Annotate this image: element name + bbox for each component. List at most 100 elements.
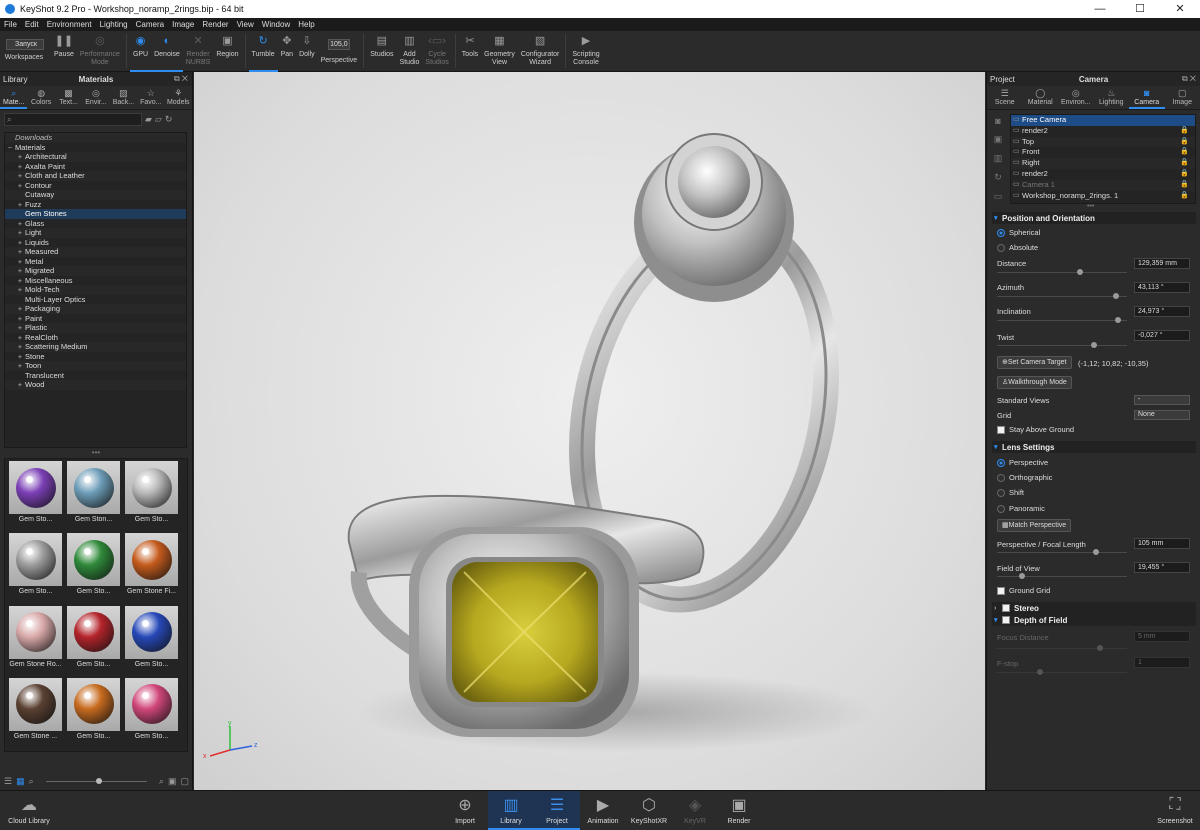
configurator-wizard-button[interactable]: ▧Configurator Wizard: [518, 31, 563, 72]
material-thumbnail[interactable]: Gem Stone Fi...: [123, 533, 180, 604]
lock-icon[interactable]: 🔒: [1180, 126, 1189, 137]
workspace-select[interactable]: Запуск: [6, 39, 44, 50]
position-orientation-section[interactable]: ▾Position and Orientation: [992, 212, 1196, 224]
camera-list-item[interactable]: ▭Right🔒: [1011, 158, 1195, 169]
focal-length-input[interactable]: 105,0: [328, 39, 350, 50]
import-button[interactable]: ⊕Import: [442, 791, 488, 830]
material-thumbnail[interactable]: Gem Sto...: [123, 461, 180, 532]
focus-distance-slider[interactable]: [997, 648, 1127, 649]
refresh-icon[interactable]: ↻: [165, 114, 173, 125]
tree-item[interactable]: +Toon: [5, 361, 186, 371]
menu-lighting[interactable]: Lighting: [96, 20, 132, 29]
lens-settings-section[interactable]: ▾Lens Settings: [992, 441, 1196, 453]
delete-camera-icon[interactable]: ▥: [994, 153, 1003, 164]
menu-help[interactable]: Help: [294, 20, 318, 29]
cloud-library-button[interactable]: ☁Cloud Library: [6, 791, 52, 830]
tree-item[interactable]: +Liquids: [5, 238, 186, 248]
thumbnail-mode-icon[interactable]: ▣: [168, 776, 177, 787]
render-nurbs-button[interactable]: ✕Render NURBS: [183, 31, 214, 72]
tab-colors[interactable]: ◍Colors: [27, 86, 54, 109]
tree-item[interactable]: +Wood: [5, 380, 186, 390]
camera-list-item[interactable]: ▭render2🔒: [1011, 169, 1195, 180]
tree-item[interactable]: Multi-Layer Optics: [5, 295, 186, 305]
save-camera-icon[interactable]: ▭: [994, 191, 1003, 202]
fov-slider[interactable]: [997, 576, 1127, 577]
tree-item[interactable]: +Metal: [5, 257, 186, 267]
material-thumbnail[interactable]: Gem Sto...: [65, 533, 122, 604]
tab-materials[interactable]: ⌕Mate...: [0, 86, 27, 109]
menu-render[interactable]: Render: [198, 20, 232, 29]
tree-item[interactable]: +Measured: [5, 247, 186, 257]
folder-add-icon[interactable]: ▱: [155, 114, 162, 125]
tree-item[interactable]: +Packaging: [5, 304, 186, 314]
material-thumbnail[interactable]: Gem Sto...: [7, 533, 64, 604]
studios-button[interactable]: ▤Studios: [367, 31, 396, 72]
expand-icon[interactable]: +: [15, 285, 25, 295]
tab-textures[interactable]: ▩Text...: [55, 86, 82, 109]
grid-view-icon[interactable]: ▦: [16, 776, 25, 787]
expand-icon[interactable]: +: [15, 333, 25, 343]
tree-item[interactable]: +Mold-Tech: [5, 285, 186, 295]
maximize-button[interactable]: ☐: [1120, 0, 1160, 18]
zoom-in-icon[interactable]: ⌕: [159, 776, 164, 787]
tree-item[interactable]: +Miscellaneous: [5, 276, 186, 286]
dolly-button[interactable]: ⇩Dolly: [296, 31, 318, 72]
camera-list-item[interactable]: ▭Workshop_noramp_2rings. 1🔒: [1011, 191, 1195, 202]
azimuth-input[interactable]: 43,113 °: [1134, 282, 1190, 293]
inclination-input[interactable]: 24,973 °: [1134, 306, 1190, 317]
depth-of-field-section[interactable]: ▾Depth of Field: [992, 614, 1196, 626]
expand-icon[interactable]: +: [15, 314, 25, 324]
animation-button[interactable]: ▶Animation: [580, 791, 626, 830]
lock-icon[interactable]: 🔒: [1180, 158, 1189, 169]
tab-backplates[interactable]: ▨Back...: [110, 86, 137, 109]
expand-icon[interactable]: +: [15, 228, 25, 238]
expand-icon[interactable]: +: [15, 266, 25, 276]
lock-icon[interactable]: 🔒: [1180, 191, 1189, 202]
tab-image[interactable]: ▢Image: [1165, 86, 1200, 109]
tree-item[interactable]: +Plastic: [5, 323, 186, 333]
keyshotxr-button[interactable]: ⬡KeyShotXR: [626, 791, 672, 830]
material-thumbnail[interactable]: Gem Stone Ro...: [7, 606, 64, 677]
tab-material[interactable]: ◯Material: [1023, 86, 1059, 109]
stereo-section[interactable]: ›Stereo: [992, 602, 1196, 614]
walkthrough-mode-button[interactable]: ♙Walkthrough Mode: [997, 376, 1072, 389]
twist-slider[interactable]: [997, 345, 1127, 346]
expand-icon[interactable]: +: [15, 181, 25, 191]
distance-slider[interactable]: [997, 272, 1127, 273]
material-thumbnail[interactable]: Gem Sto...: [123, 606, 180, 677]
expand-icon[interactable]: +: [15, 257, 25, 267]
thumbnail-size-slider[interactable]: [46, 781, 147, 782]
expand-icon[interactable]: +: [15, 361, 25, 371]
tree-item[interactable]: +Paint: [5, 314, 186, 324]
splitter-grip-icon[interactable]: •••: [1087, 203, 1094, 210]
stay-above-ground-checkbox[interactable]: Stay Above Ground: [997, 425, 1197, 434]
menu-view[interactable]: View: [233, 20, 258, 29]
tree-item[interactable]: Translucent: [5, 371, 186, 381]
focal-length-field[interactable]: 105 mm: [1134, 538, 1190, 549]
menu-edit[interactable]: Edit: [21, 20, 43, 29]
tab-lighting[interactable]: ♨Lighting: [1094, 86, 1130, 109]
screenshot-button[interactable]: ⛶Screenshot: [1152, 791, 1198, 830]
expand-icon[interactable]: +: [15, 323, 25, 333]
menu-image[interactable]: Image: [168, 20, 198, 29]
material-thumbnail[interactable]: Gem Sto...: [65, 606, 122, 677]
match-perspective-button[interactable]: ▦Match Perspective: [997, 519, 1071, 532]
expand-icon[interactable]: +: [15, 380, 25, 390]
perspective-radio[interactable]: Perspective: [997, 458, 1197, 467]
keyvr-button[interactable]: ◈KeyVR: [672, 791, 718, 830]
fstop-input[interactable]: 1: [1134, 657, 1190, 668]
camera-list-item[interactable]: ▭Front🔒: [1011, 147, 1195, 158]
menu-file[interactable]: File: [0, 20, 21, 29]
tab-scene[interactable]: ☰Scene: [987, 86, 1023, 109]
expand-icon[interactable]: +: [15, 352, 25, 362]
close-button[interactable]: ✕: [1160, 0, 1200, 18]
tree-item[interactable]: +Migrated: [5, 266, 186, 276]
pan-button[interactable]: ✥Pan: [278, 31, 296, 72]
camera-list-item[interactable]: ▭Camera 1🔒: [1011, 180, 1195, 191]
tree-item[interactable]: Downloads: [5, 133, 186, 143]
expand-icon[interactable]: +: [15, 219, 25, 229]
material-thumbnail[interactable]: Gem Sto...: [65, 678, 122, 749]
absolute-radio[interactable]: Absolute: [997, 243, 1197, 252]
material-thumbnail[interactable]: Gem Stone ...: [7, 678, 64, 749]
lock-icon[interactable]: 🔒: [1180, 169, 1189, 180]
